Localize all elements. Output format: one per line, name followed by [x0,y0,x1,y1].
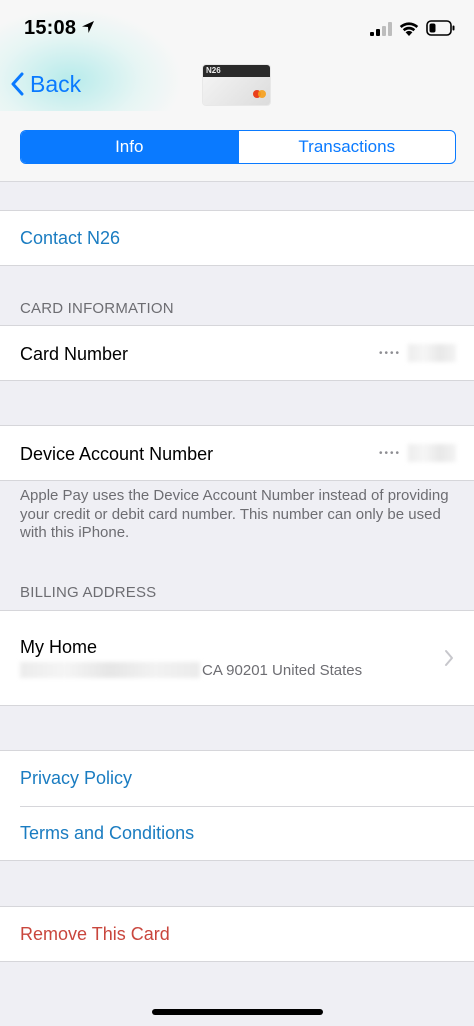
card-number-masked: •••• [378,348,401,359]
segmented-control: Info Transactions [20,130,456,164]
remove-card-button[interactable]: Remove This Card [20,924,170,945]
links-group: Privacy Policy Terms and Conditions [0,750,474,861]
device-account-masked: •••• [378,448,401,459]
device-account-row: Device Account Number •••• [0,425,474,481]
home-indicator[interactable] [152,1009,323,1015]
billing-address-header: BILLING ADDRESS [20,584,157,601]
remove-card-row[interactable]: Remove This Card [0,906,474,962]
wifi-icon [399,22,419,36]
status-time: 15:08 [24,17,77,39]
device-account-label: Device Account Number [20,444,214,464]
terms-link[interactable]: Terms and Conditions [20,823,194,844]
tab-info[interactable]: Info [21,131,238,163]
top-bar: 15:08 Back N26 [0,0,474,112]
device-account-redacted [408,444,456,462]
chevron-left-icon [11,72,24,96]
card-logo: N26 [206,66,221,75]
contact-row[interactable]: Contact N26 [0,210,474,266]
card-number-label: Card Number [20,344,129,364]
address-redacted [20,662,200,678]
divider [20,806,474,807]
navigation-bar: Back N26 [0,58,474,110]
contact-link[interactable]: Contact N26 [20,228,120,249]
billing-name: My Home [20,637,98,657]
device-account-note: Apple Pay uses the Device Account Number… [20,487,449,541]
privacy-policy-link[interactable]: Privacy Policy [20,768,132,789]
status-bar: 15:08 [0,0,474,58]
cellular-signal-icon [370,22,392,36]
billing-address-text: CA 90201 United States [202,662,363,679]
card-number-row: Card Number •••• [0,325,474,381]
card-thumbnail: N26 [203,65,270,105]
location-arrow-icon [82,21,94,33]
card-number-redacted [408,344,456,362]
billing-address-row[interactable]: My Home CA 90201 United States [0,610,474,706]
card-information-header: CARD INFORMATION [20,300,174,317]
back-label: Back [30,70,82,97]
tab-transactions[interactable]: Transactions [237,131,456,163]
battery-icon [426,20,455,36]
chevron-right-icon [445,650,453,666]
back-button[interactable]: Back [10,66,81,102]
